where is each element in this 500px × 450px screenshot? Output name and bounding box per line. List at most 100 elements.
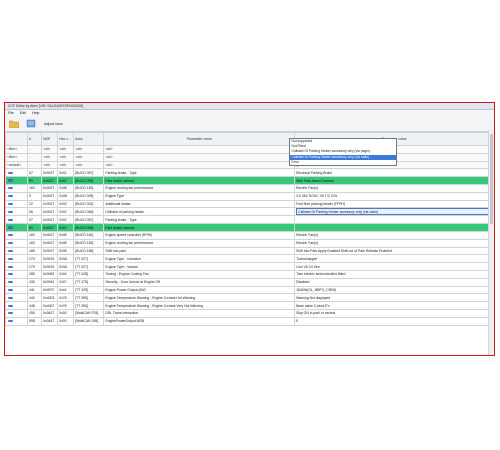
filter-area[interactable]: <all>	[73, 160, 105, 170]
table-row[interactable]: 279 0x0015 0x0A [TT 027] Engine Type - Varia…	[5, 262, 494, 271]
cell-value[interactable]: Electric Fan(s)	[294, 238, 494, 248]
cell-value[interactable]: With Park Assist Camera	[294, 176, 494, 185]
cell-value[interactable]: Lion V6 3.0 litre	[294, 262, 494, 271]
col-hex-header[interactable]: Hex value	[57, 132, 75, 146]
filter-label[interactable]: <filter>	[5, 145, 29, 154]
cell-hex: 0x0B	[57, 191, 75, 201]
filter-area[interactable]: <all>	[73, 145, 105, 154]
menu-file[interactable]: File	[8, 111, 14, 115]
cell-value[interactable]: Callstart Of Parking Heater accessory on…	[294, 207, 494, 217]
filter-area[interactable]: <all>	[73, 152, 105, 162]
table-row[interactable]: 99 0x0027 0x02 [BUCD 099] Park assist camera	[5, 223, 494, 232]
row-icon-cell	[5, 183, 29, 193]
table-row[interactable]: 180 0x0027 0x08 [BUCD 180] Engine speed cont…	[5, 230, 494, 240]
cell-mdf: 0x0027	[41, 215, 59, 225]
cell-value[interactable]: 184KW(OL_NBP3_C3EM)	[294, 285, 494, 295]
col-name-header[interactable]: Parameter name	[103, 132, 296, 146]
cell-name: DRL Trans Interaction	[103, 308, 296, 318]
cell-value[interactable]: Disabled	[294, 277, 494, 287]
cell-index: 56	[27, 207, 43, 217]
filter-label[interactable]: <filter>	[5, 152, 29, 162]
filter-row[interactable]: <filter>...<all><all><all><all>park	[5, 145, 494, 154]
dropdown-option[interactable]: Error	[290, 160, 396, 165]
cell-value[interactable]: Warning Not displayed	[294, 293, 494, 303]
filter-mdf[interactable]: <all>	[41, 152, 59, 162]
cell-mdf: 0x0063	[41, 269, 59, 279]
scrollbar-thumb[interactable]	[490, 134, 493, 224]
table-row[interactable]: 440 0x4003 0x78 [TT 395] Engine Temperature …	[5, 293, 494, 303]
filter-mdf[interactable]: <all>	[41, 160, 59, 170]
table-row[interactable]: 22 0x0027 0x02 [BUCD 022] Additional heater F…	[5, 199, 494, 209]
cell-value[interactable]: Base value 2 plus15°c	[294, 301, 494, 310]
adjust-rows-button[interactable]	[25, 119, 36, 129]
value-select[interactable]: Callstart Of Parking Heater accessory on…	[296, 208, 492, 215]
filter-label[interactable]: <default>	[5, 160, 29, 170]
table-row[interactable]: 495 0x0627 0x00 [MultiCAN 978] DRL Trans Int…	[5, 308, 494, 318]
cell-area: [BUCD 185]	[73, 246, 105, 256]
row-icon-cell	[5, 269, 29, 279]
cell-mdf: 0x0027	[41, 246, 59, 256]
cell-name: Engine Temperature Warning - Engine Cool…	[103, 293, 296, 303]
table-row[interactable]: 99 0x0027 0x02 [BUCD 099] Park assist camera…	[5, 176, 494, 185]
filter-index[interactable]: ...	[27, 152, 43, 162]
cell-index: 430	[27, 277, 43, 287]
filter-name[interactable]: <all>	[103, 152, 296, 162]
filter-hex[interactable]: <all>	[57, 145, 75, 154]
cell-value[interactable]: Twin electric fan/controllers fitted	[294, 269, 494, 279]
cell-value[interactable]: Fuel fired parking heater (FFPH)	[294, 199, 494, 209]
row-icon-cell	[5, 254, 29, 264]
table-row[interactable]: 183 0x0027 0x08 [BUCD 183] Engine cooling fa…	[5, 238, 494, 248]
cell-value[interactable]: Electric Fan(s)	[294, 183, 494, 193]
filter-mdf[interactable]: <all>	[41, 145, 59, 154]
cell-name: Parking brake - Type	[103, 168, 296, 178]
cell-value[interactable]: Skip ON in park or neutral	[294, 308, 494, 318]
cell-hex: 0x78	[57, 301, 75, 310]
cell-value[interactable]: 3.0 28V DOHC V6 T/C DSL	[294, 191, 494, 201]
col-index-header[interactable]: #	[27, 132, 43, 146]
table-row[interactable]: 285 0x0063 0x04 [TT 028] Towing - Engine Coo…	[5, 269, 494, 279]
table-row[interactable]: 430 0x0043 0x07 [TT 378] Security - Door Unl…	[5, 277, 494, 287]
cell-hex: 0x00	[57, 316, 75, 326]
parameter-icon	[8, 225, 13, 229]
cell-mdf: 0x0027	[41, 183, 59, 193]
filter-hex[interactable]: <all>	[57, 152, 75, 162]
parameter-value-dropdown[interactable]: Not supported Not Fitted Callstart Of Park…	[289, 138, 397, 166]
cell-mdf: 0x0043	[41, 277, 59, 287]
cell-value[interactable]: Electric Fan(s)	[294, 230, 494, 240]
filter-row[interactable]: <default>...<all><all><all><all>seat	[5, 160, 494, 170]
table-row[interactable]: 448 0x4007 0x78 [TT 396] Engine Temperature …	[5, 301, 494, 310]
col-area-header[interactable]: Area	[73, 132, 105, 146]
filter-index[interactable]: ...	[27, 145, 43, 154]
table-row[interactable]: 183 0x0027 0x08 [BUCD 183] Engine cooling fa…	[5, 183, 494, 193]
table-row[interactable]: 57 0x0027 0x02 [BUCD 057] Parking brake - Ty…	[5, 215, 494, 225]
cell-name: Shift into park	[103, 246, 296, 256]
cell-value[interactable]: Shift into Park Apply Enabled Shift out …	[294, 246, 494, 256]
filter-index[interactable]: ...	[27, 160, 43, 170]
table-row[interactable]: 56 0x0027 0x02 [BUCD 056] Callstart of parki…	[5, 207, 494, 217]
parameter-icon	[8, 312, 13, 315]
filter-name[interactable]: <all>	[103, 145, 296, 154]
filter-hex[interactable]: <all>	[57, 160, 75, 170]
cell-hex: 0x02	[57, 176, 75, 185]
open-folder-button[interactable]	[8, 119, 19, 129]
table-row[interactable]: 270 0x0015 0x0A [TT 027] Engine Type - Induc…	[5, 254, 494, 264]
table-row[interactable]: 598 0x0447 0x00 [MultiCAN 198] EnginePowerOu…	[5, 316, 494, 326]
cell-value[interactable]: 0	[294, 316, 494, 326]
cell-area: [BUCD 009]	[73, 191, 105, 201]
menu-edit[interactable]: Edit	[20, 111, 26, 115]
table-row[interactable]: 57 0x0027 0x02 [BUCD 057] Parking brake - Ty…	[5, 168, 494, 178]
table-row[interactable]: 441 0x0F07 0x41 [TT 339] Engine Power Output…	[5, 285, 494, 295]
filter-row[interactable]: <filter>...<all><all><all><all>engine	[5, 152, 494, 162]
cell-value[interactable]	[294, 215, 494, 225]
table-row[interactable]: 9 0x0027 0x0B [BUCD 009] Engine Type 3.0 28V …	[5, 191, 494, 201]
cell-value[interactable]: Turbocharged	[294, 254, 494, 264]
cell-hex: 0x0A	[57, 254, 75, 264]
cell-value[interactable]: Electrical Parking Brake	[294, 168, 494, 178]
vertical-scrollbar[interactable]	[488, 130, 494, 355]
cell-name: Park assist camera	[103, 176, 296, 185]
table-row[interactable]: 185 0x0027 0x08 [BUCD 185] Shift into park Sh…	[5, 246, 494, 256]
cell-value[interactable]	[294, 223, 494, 232]
col-mdf-header[interactable]: MDF	[41, 132, 59, 146]
filter-name[interactable]: <all>	[103, 160, 296, 170]
menu-help[interactable]: Help	[32, 111, 39, 115]
